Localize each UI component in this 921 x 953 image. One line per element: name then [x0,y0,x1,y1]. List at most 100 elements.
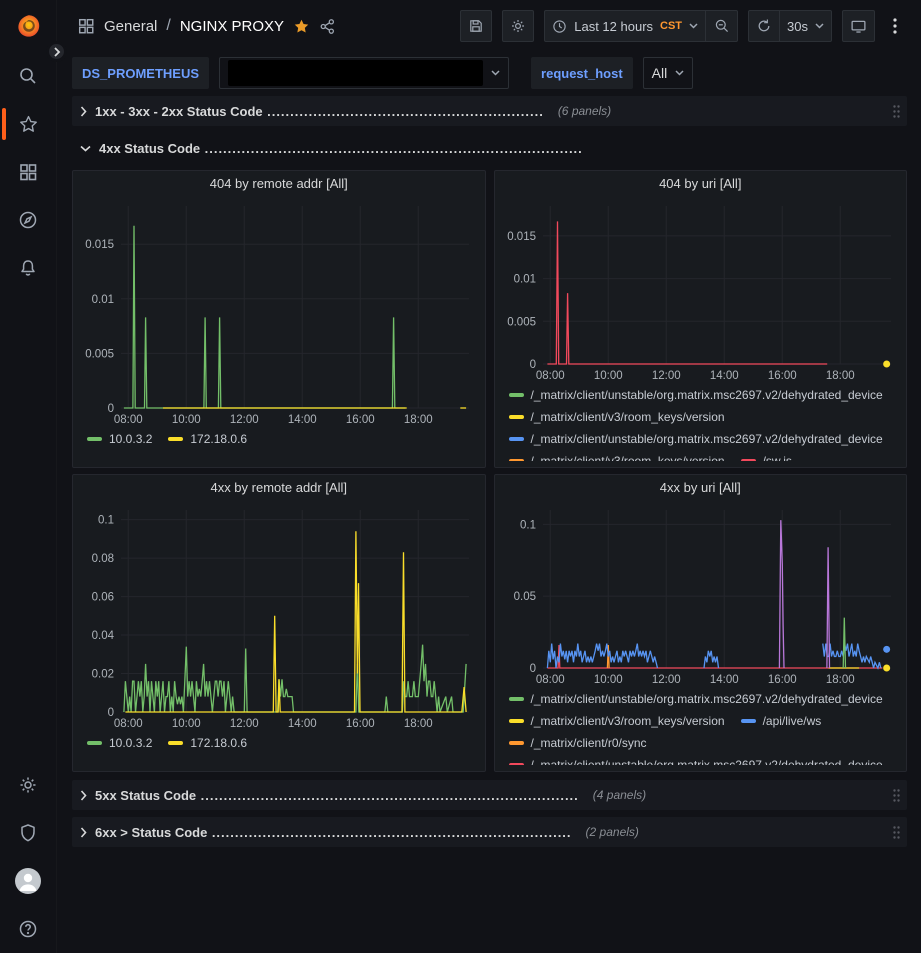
chevron-down-icon [80,145,91,152]
refresh-interval-picker[interactable]: 30s [780,10,832,42]
legend-label: /_matrix/client/unstable/org.matrix.msc2… [531,432,883,446]
row-title: 1xx - 3xx - 2xx Status Code [95,104,263,119]
row-drag-handle[interactable] [892,104,901,119]
panel-legend: /_matrix/client/unstable/org.matrix.msc2… [503,384,899,461]
svg-text:14:00: 14:00 [709,674,738,686]
legend-item[interactable]: /_matrix/client/v3/room_keys/version [509,406,725,427]
chevron-down-icon [675,70,684,76]
legend-item[interactable]: /_matrix/client/v3/room_keys/version [509,710,725,731]
legend-item[interactable]: 10.0.3.2 [87,428,152,449]
legend-label: /_matrix/client/unstable/org.matrix.msc2… [531,692,883,706]
refresh-interval-value: 30s [787,19,808,34]
row-panel-count: (6 panels) [558,104,611,118]
legend-item[interactable]: /_matrix/client/unstable/org.matrix.msc2… [509,754,883,765]
sidebar-item-dashboards[interactable] [0,148,56,196]
variable-value-ds-prometheus[interactable] [219,57,509,89]
compass-icon [18,210,38,230]
sidebar-item-explore[interactable] [0,196,56,244]
panel-title[interactable]: 4xx by remote addr [All] [81,480,477,502]
kebab-menu-button[interactable] [885,10,905,42]
chevron-right-icon [80,790,87,801]
legend-item[interactable]: /_matrix/client/unstable/org.matrix.msc2… [509,384,883,405]
chart-404-by-remote-addr[interactable]: 08:0010:0012:0014:0016:0018:0000.0050.01… [81,198,477,428]
dashboard-settings-button[interactable] [502,10,534,42]
panel-title[interactable]: 404 by uri [All] [503,176,899,198]
legend-swatch [509,459,524,462]
svg-text:0.08: 0.08 [92,553,114,565]
save-dashboard-button[interactable] [460,10,492,42]
time-range-label: Last 12 hours [574,19,653,34]
svg-text:08:00: 08:00 [114,718,143,730]
svg-text:16:00: 16:00 [346,414,375,426]
panel-404-by-uri: 404 by uri [All] 08:0010:0012:0014:0016:… [494,170,908,468]
chevron-right-icon [80,106,87,117]
legend-item[interactable]: /_matrix/client/unstable/org.matrix.msc2… [509,428,883,449]
main-area: General / NGINX PROXY [57,0,921,953]
chart-404-by-uri[interactable]: 08:0010:0012:0014:0016:0018:0000.0050.01… [503,198,899,384]
legend-item[interactable]: /api/live/ws [741,710,822,731]
legend-item[interactable]: 172.18.0.6 [168,732,247,753]
legend-swatch [509,719,524,723]
sidebar-item-help[interactable] [0,905,56,953]
row-title-dots: ........................................… [212,825,572,840]
breadcrumb-folder[interactable]: General [104,18,157,35]
legend-label: 10.0.3.2 [109,736,152,750]
row-drag-handle[interactable] [892,825,901,840]
legend-swatch [87,741,102,745]
legend-swatch [741,719,756,723]
legend-label: /api/live/ws [763,714,822,728]
legend-item[interactable]: /_matrix/client/v3/room_keys/version [509,450,725,461]
chevron-down-icon [689,23,698,29]
sidebar-item-starred[interactable] [0,100,56,148]
sidebar-item-profile[interactable] [0,857,56,905]
legend-label: /_matrix/client/unstable/org.matrix.msc2… [531,388,883,402]
row-1xx-3xx-2xx[interactable]: 1xx - 3xx - 2xx Status Code ............… [72,96,907,126]
chart-4xx-by-remote-addr[interactable]: 08:0010:0012:0014:0016:0018:0000.020.040… [81,502,477,732]
sidebar-item-server-admin[interactable] [0,809,56,857]
panel-404-by-remote-addr: 404 by remote addr [All] 08:0010:0012:00… [72,170,486,468]
legend-item[interactable]: /_matrix/client/r0/sync [509,732,647,753]
zoom-out-time-button[interactable] [706,10,738,42]
gear-icon [510,18,526,34]
legend-swatch [87,437,102,441]
favorite-star-icon[interactable] [293,18,310,35]
sidebar-item-alerting[interactable] [0,244,56,292]
panel-title[interactable]: 404 by remote addr [All] [81,176,477,198]
legend-item[interactable]: 172.18.0.6 [168,428,247,449]
refresh-button[interactable] [748,10,780,42]
variable-value-request-host[interactable]: All [643,57,694,89]
sidebar-expand-button[interactable] [46,41,67,62]
legend-swatch [509,741,524,745]
legend-item[interactable]: /sw.js [741,450,792,461]
svg-text:08:00: 08:00 [535,674,564,686]
row-5xx[interactable]: 5xx Status Code ........................… [72,780,907,810]
variables-bar: DS_PROMETHEUS request_host All [57,52,921,94]
grafana-app: General / NGINX PROXY [0,0,921,953]
legend-swatch [168,741,183,745]
svg-text:12:00: 12:00 [651,370,680,382]
row-title: 6xx > Status Code [95,825,207,840]
tv-mode-button[interactable] [842,10,875,42]
star-icon [18,114,39,135]
time-range-picker[interactable]: Last 12 hours CST [544,10,706,42]
share-icon[interactable] [319,18,336,35]
svg-text:08:00: 08:00 [114,414,143,426]
zoom-out-icon [714,18,730,34]
panel-legend: 10.0.3.2 172.18.0.6 [81,732,477,765]
panel-title[interactable]: 4xx by uri [All] [503,480,899,502]
row-6xx[interactable]: 6xx > Status Code ......................… [72,817,907,847]
sidebar-item-search[interactable] [0,52,56,100]
sidebar-item-configuration[interactable] [0,761,56,809]
legend-item[interactable]: /_matrix/client/unstable/org.matrix.msc2… [509,688,883,709]
legend-item[interactable]: 10.0.3.2 [87,732,152,753]
dashboards-grid-icon [18,162,38,182]
legend-label: /_matrix/client/r0/sync [531,736,647,750]
kebab-icon [893,18,897,34]
row-drag-handle[interactable] [892,788,901,803]
svg-text:16:00: 16:00 [767,674,796,686]
svg-text:0.005: 0.005 [85,348,114,360]
legend-swatch [741,459,756,462]
row-4xx[interactable]: 4xx Status Code ........................… [72,133,907,163]
top-navbar: General / NGINX PROXY [57,0,921,52]
chart-4xx-by-uri[interactable]: 08:0010:0012:0014:0016:0018:0000.050.1 [503,502,899,688]
